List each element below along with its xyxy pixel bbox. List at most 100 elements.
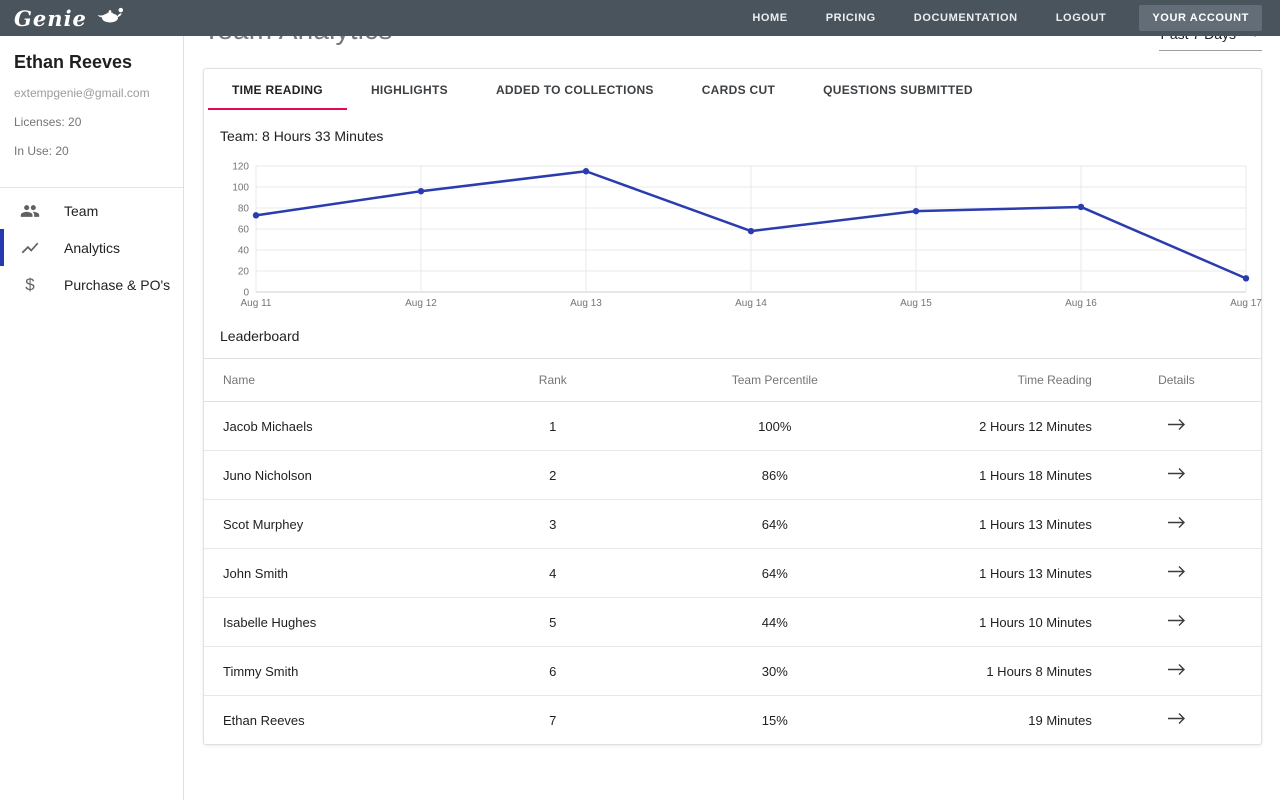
svg-text:Aug 17: Aug 17 [1230, 298, 1262, 309]
cell-rank: 7 [479, 696, 627, 745]
row-details-button[interactable] [1163, 710, 1190, 730]
line-chart-icon [18, 238, 42, 258]
row-details-button[interactable] [1163, 465, 1190, 485]
table-row: John Smith464%1 Hours 13 Minutes [204, 549, 1261, 598]
header-name: Name [204, 359, 479, 402]
cell-percentile: 64% [627, 500, 923, 549]
cell-name: John Smith [204, 549, 479, 598]
cell-name: Timmy Smith [204, 647, 479, 696]
nav-link-documentation[interactable]: DOCUMENTATION [914, 12, 1018, 24]
in-use-count: In Use: 20 [14, 144, 169, 158]
cell-name: Ethan Reeves [204, 696, 479, 745]
tab-cards-cut[interactable]: CARDS CUT [678, 69, 799, 110]
header-details: Details [1092, 359, 1261, 402]
svg-text:120: 120 [232, 162, 249, 173]
sidebar-item-label: Analytics [64, 240, 120, 256]
cell-percentile: 30% [627, 647, 923, 696]
sidebar-item-analytics[interactable]: Analytics [0, 229, 183, 266]
sidebar-item-label: Team [64, 203, 98, 219]
licenses-count: Licenses: 20 [14, 115, 169, 129]
header-rank: Rank [479, 359, 627, 402]
arrow-right-icon [1167, 712, 1186, 725]
cell-time-reading: 1 Hours 13 Minutes [923, 500, 1092, 549]
cell-rank: 3 [479, 500, 627, 549]
profile-block: Ethan Reeves extempgenie@gmail.com Licen… [0, 36, 183, 185]
svg-text:Aug 13: Aug 13 [570, 298, 602, 309]
arrow-right-icon [1167, 614, 1186, 627]
top-navbar: Genie HOME PRICING DOCUMENTATION LOGOUT … [0, 0, 1280, 36]
svg-text:Aug 11: Aug 11 [241, 298, 272, 309]
cell-rank: 6 [479, 647, 627, 696]
cell-rank: 2 [479, 451, 627, 500]
row-details-button[interactable] [1163, 416, 1190, 436]
sidebar-menu: Team Analytics $ Purchase & PO's [0, 188, 183, 303]
arrow-right-icon [1167, 516, 1186, 529]
cell-name: Isabelle Hughes [204, 598, 479, 647]
chart-container: 020406080100120Aug 11Aug 12Aug 13Aug 14A… [204, 156, 1261, 310]
svg-text:Aug 14: Aug 14 [735, 298, 767, 309]
cell-percentile: 64% [627, 549, 923, 598]
sidebar-item-purchase[interactable]: $ Purchase & PO's [0, 266, 183, 303]
cell-name: Jacob Michaels [204, 402, 479, 451]
dollar-icon: $ [18, 275, 42, 295]
table-header-row: Name Rank Team Percentile Time Reading D… [204, 359, 1261, 402]
cell-time-reading: 1 Hours 8 Minutes [923, 647, 1092, 696]
analytics-card: TIME READING HIGHLIGHTS ADDED TO COLLECT… [203, 68, 1262, 745]
people-icon [18, 201, 42, 221]
tab-bar: TIME READING HIGHLIGHTS ADDED TO COLLECT… [204, 69, 1261, 110]
user-email: extempgenie@gmail.com [14, 86, 169, 100]
cell-name: Juno Nicholson [204, 451, 479, 500]
team-total-label: Team: 8 Hours 33 Minutes [204, 110, 1261, 156]
row-details-button[interactable] [1163, 563, 1190, 583]
header-time-reading: Time Reading [923, 359, 1092, 402]
nav-link-logout[interactable]: LOGOUT [1056, 12, 1107, 24]
sidebar: Ethan Reeves extempgenie@gmail.com Licen… [0, 36, 184, 800]
arrow-right-icon [1167, 467, 1186, 480]
row-details-button[interactable] [1163, 661, 1190, 681]
tab-highlights[interactable]: HIGHLIGHTS [347, 69, 472, 110]
sidebar-item-label: Purchase & PO's [64, 277, 170, 293]
row-details-button[interactable] [1163, 514, 1190, 534]
brand-logo[interactable]: Genie [14, 6, 125, 31]
tab-time-reading[interactable]: TIME READING [208, 69, 347, 110]
row-details-button[interactable] [1163, 612, 1190, 632]
your-account-button[interactable]: YOUR ACCOUNT [1139, 5, 1262, 31]
cell-percentile: 86% [627, 451, 923, 500]
nav-link-home[interactable]: HOME [752, 12, 787, 24]
tab-questions-submitted[interactable]: QUESTIONS SUBMITTED [799, 69, 997, 110]
nav-link-pricing[interactable]: PRICING [826, 12, 876, 24]
user-name: Ethan Reeves [14, 52, 169, 73]
leaderboard-table: Name Rank Team Percentile Time Reading D… [204, 358, 1261, 744]
cell-rank: 1 [479, 402, 627, 451]
cell-rank: 4 [479, 549, 627, 598]
svg-text:Aug 12: Aug 12 [405, 298, 437, 309]
table-row: Jacob Michaels1100%2 Hours 12 Minutes [204, 402, 1261, 451]
tab-added-to-collections[interactable]: ADDED TO COLLECTIONS [472, 69, 678, 110]
time-reading-chart: 020406080100120Aug 11Aug 12Aug 13Aug 14A… [220, 158, 1246, 310]
arrow-right-icon [1167, 418, 1186, 431]
cell-percentile: 44% [627, 598, 923, 647]
cell-rank: 5 [479, 598, 627, 647]
leaderboard-title: Leaderboard [204, 310, 1261, 358]
svg-text:100: 100 [232, 183, 249, 194]
svg-text:Aug 15: Aug 15 [900, 298, 932, 309]
table-row: Ethan Reeves715%19 Minutes [204, 696, 1261, 745]
arrow-right-icon [1167, 565, 1186, 578]
svg-text:80: 80 [238, 204, 250, 215]
table-row: Juno Nicholson286%1 Hours 18 Minutes [204, 451, 1261, 500]
svg-text:60: 60 [238, 225, 250, 236]
cell-time-reading: 1 Hours 18 Minutes [923, 451, 1092, 500]
main-content: Team Analytics Past 7 Days TIME READING … [185, 14, 1280, 745]
cell-percentile: 15% [627, 696, 923, 745]
svg-text:20: 20 [238, 267, 250, 278]
cell-name: Scot Murphey [204, 500, 479, 549]
sidebar-item-team[interactable]: Team [0, 192, 183, 229]
cell-time-reading: 2 Hours 12 Minutes [923, 402, 1092, 451]
cell-time-reading: 19 Minutes [923, 696, 1092, 745]
cell-percentile: 100% [627, 402, 923, 451]
brand-name: Genie [14, 6, 87, 31]
svg-text:0: 0 [243, 288, 249, 299]
genie-lamp-icon [95, 6, 125, 30]
table-row: Timmy Smith630%1 Hours 8 Minutes [204, 647, 1261, 696]
cell-time-reading: 1 Hours 10 Minutes [923, 598, 1092, 647]
